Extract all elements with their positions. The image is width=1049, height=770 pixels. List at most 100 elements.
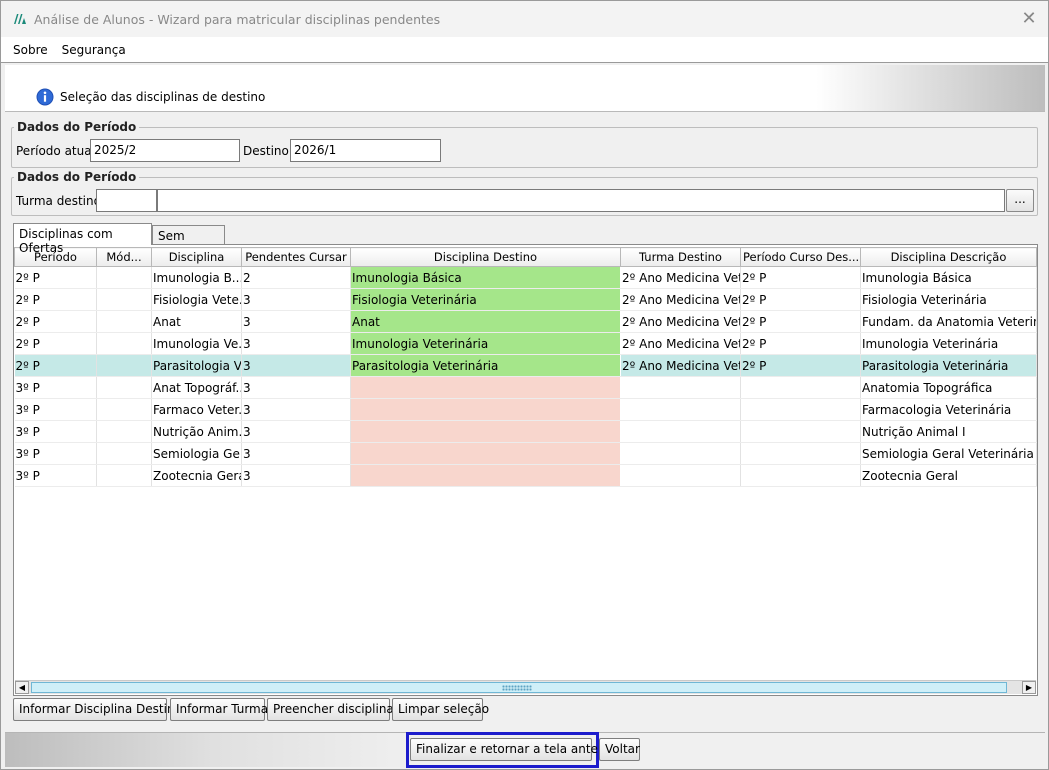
limpar-selecao-button[interactable]: Limpar seleção <box>392 698 489 721</box>
cell-destino[interactable]: Anat <box>350 310 621 333</box>
cell-disciplina[interactable]: Zootecnia Geral <box>151 464 242 487</box>
menu-item-seguranca[interactable]: Segurança <box>62 43 126 57</box>
cell-disciplina[interactable]: Anat <box>151 310 242 333</box>
cell-descricao[interactable]: Farmacologia Veterinária <box>860 398 1037 421</box>
cell-destino[interactable]: Imunologia Veterinária <box>350 332 621 355</box>
cell-destino[interactable] <box>350 376 621 399</box>
cell-descricao[interactable]: Semiologia Geral Veterinária <box>860 442 1037 465</box>
close-icon[interactable]: ✕ <box>1020 10 1038 28</box>
cell-periodo[interactable]: 2º P <box>14 354 97 377</box>
cell-disciplina[interactable]: Parasitologia V... <box>151 354 242 377</box>
browse-turma-button[interactable]: ... <box>1006 189 1034 212</box>
table-row[interactable]: 2º P Fisiologia Vete... 3 Fisiologia Veteri… <box>14 288 1037 311</box>
cell-pendentes[interactable]: 2 <box>241 266 351 289</box>
cell-turma[interactable] <box>620 464 741 487</box>
cell-pendentes[interactable]: 3 <box>241 398 351 421</box>
voltar-button[interactable]: Voltar <box>599 738 640 761</box>
cell-turma[interactable]: 2º Ano Medicina Vet... <box>620 288 741 311</box>
table-row[interactable]: 3º P Semiologia Ge... 3 Semiologia Geral Ve… <box>14 442 1037 465</box>
turma-name-field[interactable] <box>157 189 1005 212</box>
cell-pendentes[interactable]: 3 <box>241 420 351 443</box>
cell-destino[interactable] <box>350 442 621 465</box>
table-row[interactable]: 3º P Zootecnia Geral 3 Zootecnia Geral <box>14 464 1037 487</box>
table-row[interactable]: 2º PAnat3Anat2º Ano Medicina Vet...2º PF… <box>14 310 1037 333</box>
column-header[interactable]: Período Curso Des... <box>740 247 861 267</box>
table-row[interactable]: 3º P Nutrição Anim... 3 Nutrição Animal I <box>14 420 1037 443</box>
cell-turma[interactable] <box>620 420 741 443</box>
cell-periodo[interactable]: 2º P <box>14 310 97 333</box>
cell-disciplina[interactable]: Imunologia B... <box>151 266 242 289</box>
table-row[interactable]: 3º P Farmaco Veter... 3 Farmacologia Veteri… <box>14 398 1037 421</box>
column-header[interactable]: Pendentes Cursar <box>241 247 351 267</box>
cell-periodo-curso[interactable] <box>740 420 861 443</box>
cell-turma[interactable] <box>620 442 741 465</box>
cell-modulo[interactable] <box>96 420 152 443</box>
periodo-atual-field[interactable]: 2025/2 <box>90 139 240 162</box>
cell-pendentes[interactable]: 3 <box>241 464 351 487</box>
scroll-right-icon[interactable]: ▶ <box>1022 681 1036 694</box>
cell-descricao[interactable]: Imunologia Veterinária <box>860 332 1037 355</box>
cell-descricao[interactable]: Nutrição Animal I <box>860 420 1037 443</box>
cell-disciplina[interactable]: Nutrição Anim... <box>151 420 242 443</box>
column-header[interactable]: Disciplina Destino <box>350 247 621 267</box>
table-row[interactable]: 2º P Imunologia B... 2 Imunologia Básica 2… <box>14 266 1037 289</box>
table-row[interactable]: 2º PParasitologia V...3Parasitologia Vet… <box>14 354 1037 377</box>
cell-descricao[interactable]: Anatomia Topográfica <box>860 376 1037 399</box>
cell-descricao[interactable]: Parasitologia Veterinária <box>860 354 1037 377</box>
informar-turma-button[interactable]: Informar Turma <box>170 698 268 721</box>
cell-descricao[interactable]: Imunologia Básica <box>860 266 1037 289</box>
cell-pendentes[interactable]: 3 <box>241 288 351 311</box>
cell-destino[interactable]: Parasitologia Veterinária <box>350 354 621 377</box>
cell-pendentes[interactable]: 3 <box>241 442 351 465</box>
cell-turma[interactable]: 2º Ano Medicina Vet... <box>620 266 741 289</box>
cell-turma[interactable]: 2º Ano Medicina Vet... <box>620 332 741 355</box>
table-row[interactable]: 2º P Imunologia Ve... 3 Imunologia Veteriná… <box>14 332 1037 355</box>
cell-pendentes[interactable]: 3 <box>241 332 351 355</box>
scroll-left-icon[interactable]: ◀ <box>15 681 29 694</box>
cell-modulo[interactable] <box>96 332 152 355</box>
cell-turma[interactable] <box>620 398 741 421</box>
cell-disciplina[interactable]: Fisiologia Vete... <box>151 288 242 311</box>
finalizar-button[interactable]: Finalizar e retornar a tela anterior <box>410 738 618 761</box>
tab-sem-oferta[interactable]: Sem Oferta <box>152 225 225 257</box>
cell-pendentes[interactable]: 3 <box>241 310 351 333</box>
preencher-disciplinas-button[interactable]: Preencher disciplinas <box>267 698 400 721</box>
cell-disciplina[interactable]: Farmaco Veter... <box>151 398 242 421</box>
cell-destino[interactable] <box>350 464 621 487</box>
cell-disciplina[interactable]: Imunologia Ve... <box>151 332 242 355</box>
cell-destino[interactable]: Fisiologia Veterinária <box>350 288 621 311</box>
table-row[interactable]: 3º P Anat Topográf... 3 Anatomia Topográfic… <box>14 376 1037 399</box>
cell-destino[interactable]: Imunologia Básica <box>350 266 621 289</box>
cell-periodo[interactable]: 2º P <box>14 288 97 311</box>
scrollbar-thumb[interactable] <box>31 682 1007 693</box>
informar-disciplina-destino-button[interactable]: Informar Disciplina Destino <box>13 698 182 721</box>
cell-periodo[interactable]: 3º P <box>14 376 97 399</box>
column-header[interactable]: Disciplina <box>151 247 242 267</box>
cell-periodo-curso[interactable]: 2º P <box>740 332 861 355</box>
cell-periodo-curso[interactable]: 2º P <box>740 266 861 289</box>
column-header[interactable]: Disciplina Descrição <box>860 247 1037 267</box>
cell-periodo-curso[interactable]: 2º P <box>740 310 861 333</box>
cell-periodo[interactable]: 3º P <box>14 420 97 443</box>
cell-disciplina[interactable]: Anat Topográf... <box>151 376 242 399</box>
cell-modulo[interactable] <box>96 266 152 289</box>
cell-periodo-curso[interactable]: 2º P <box>740 288 861 311</box>
cell-periodo[interactable]: 2º P <box>14 332 97 355</box>
cell-pendentes[interactable]: 3 <box>241 354 351 377</box>
cell-periodo-curso[interactable] <box>740 376 861 399</box>
cell-modulo[interactable] <box>96 288 152 311</box>
cell-periodo-curso[interactable] <box>740 442 861 465</box>
cell-destino[interactable] <box>350 420 621 443</box>
cell-modulo[interactable] <box>96 354 152 377</box>
cell-periodo[interactable]: 3º P <box>14 442 97 465</box>
cell-periodo-curso[interactable] <box>740 464 861 487</box>
cell-disciplina[interactable]: Semiologia Ge... <box>151 442 242 465</box>
column-header[interactable]: Turma Destino <box>620 247 741 267</box>
cell-turma[interactable]: 2º Ano Medicina Vet... <box>620 310 741 333</box>
tab-disciplinas-com-ofertas[interactable]: Disciplinas com Ofertas <box>13 223 152 255</box>
menu-item-sobre[interactable]: Sobre <box>13 43 48 57</box>
cell-periodo-curso[interactable] <box>740 398 861 421</box>
cell-turma[interactable]: 2º Ano Medicina Vet... <box>620 354 741 377</box>
column-header[interactable]: Mód... <box>96 247 152 267</box>
cell-periodo[interactable]: 3º P <box>14 464 97 487</box>
